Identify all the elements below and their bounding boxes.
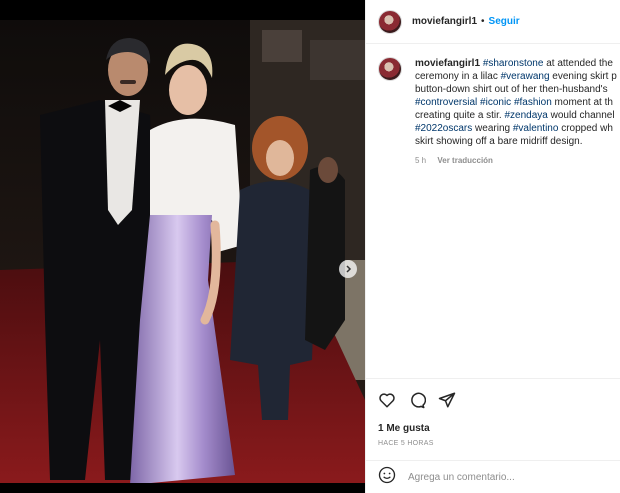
hashtag-link[interactable]: #fashion bbox=[514, 97, 552, 108]
caption-text: moviefangirl1 #sharonstone at attended t… bbox=[415, 57, 620, 167]
photo-top-border bbox=[0, 0, 365, 20]
photo-bottom-border bbox=[0, 483, 365, 493]
caption-area: moviefangirl1 #sharonstone at attended t… bbox=[366, 45, 620, 378]
caption-lines: moviefangirl1 #sharonstone at attended t… bbox=[415, 57, 620, 148]
caption-segment: evening skirt p bbox=[549, 71, 617, 82]
caption-line: skirt showing off a bare midriff design. bbox=[415, 135, 620, 148]
hashtag-link[interactable]: #valentino bbox=[513, 123, 559, 134]
emoji-icon[interactable] bbox=[378, 466, 396, 489]
caption-line: #2022oscars wearing #valentino cropped w… bbox=[415, 122, 620, 135]
hashtag-link[interactable]: #iconic bbox=[480, 97, 511, 108]
action-icons bbox=[378, 389, 609, 411]
caption-segment: skirt showing off a bare midriff design. bbox=[415, 136, 583, 147]
see-translation-link[interactable]: Ver traducción bbox=[437, 156, 493, 165]
caption-segment: ceremony in a lilac bbox=[415, 71, 501, 82]
caption-avatar[interactable] bbox=[378, 57, 402, 81]
caption-segment: at attended the bbox=[543, 58, 613, 69]
caption-username[interactable]: moviefangirl1 bbox=[415, 58, 483, 69]
caption-line: button-down shirt out of her then-husban… bbox=[415, 83, 620, 96]
hashtag-link[interactable]: #controversial bbox=[415, 97, 477, 108]
hashtag-link[interactable]: #verawang bbox=[501, 71, 550, 82]
likes-count[interactable]: 1 Me gusta bbox=[378, 423, 609, 434]
caption-line: #controversial #iconic #fashion moment a… bbox=[415, 96, 620, 109]
caption-segment: button-down shirt out of her then-husban… bbox=[415, 84, 608, 95]
caption-row: moviefangirl1 #sharonstone at attended t… bbox=[378, 57, 620, 167]
post-header: moviefangirl1 • Seguir bbox=[366, 0, 620, 44]
comment-box bbox=[366, 460, 620, 493]
post-photo[interactable] bbox=[0, 20, 365, 483]
caption-line: moviefangirl1 #sharonstone at attended t… bbox=[415, 57, 620, 70]
caption-line: creating quite a stir. #zendaya would ch… bbox=[415, 109, 620, 122]
hashtag-link[interactable]: #2022oscars bbox=[415, 123, 472, 134]
action-bar: 1 Me gusta HACE 5 HORAS bbox=[366, 378, 620, 460]
photo-illustration bbox=[0, 20, 365, 483]
avatar[interactable] bbox=[378, 9, 402, 34]
caption-meta: 5 h Ver traducción bbox=[415, 154, 620, 167]
chevron-right-icon[interactable] bbox=[339, 260, 357, 278]
caption-segment: wearing bbox=[472, 123, 513, 134]
caption-segment: moment at th bbox=[551, 97, 613, 108]
follow-button[interactable]: Seguir bbox=[489, 16, 520, 27]
caption-segment: cropped wh bbox=[558, 123, 613, 134]
caption-segment: creating quite a stir. bbox=[415, 110, 505, 121]
hashtag-link[interactable]: #zendaya bbox=[505, 110, 548, 121]
share-icon[interactable] bbox=[438, 391, 456, 409]
heart-icon[interactable] bbox=[378, 391, 396, 409]
post-time: 5 h bbox=[415, 156, 427, 165]
instagram-post-modal: moviefangirl1 • Seguir moviefangirl1 #sh… bbox=[0, 0, 620, 493]
caption-line: ceremony in a lilac #verawang evening sk… bbox=[415, 70, 620, 83]
comment-icon[interactable] bbox=[408, 391, 426, 409]
comment-input[interactable] bbox=[408, 471, 608, 483]
separator-dot: • bbox=[481, 16, 485, 27]
header-username[interactable]: moviefangirl1 bbox=[412, 16, 477, 27]
caption-segment: would channel bbox=[547, 110, 615, 121]
post-sidebar: moviefangirl1 • Seguir moviefangirl1 #sh… bbox=[365, 0, 620, 493]
hashtag-link[interactable]: #sharonstone bbox=[483, 58, 544, 69]
time-ago: HACE 5 HORAS bbox=[378, 440, 434, 447]
